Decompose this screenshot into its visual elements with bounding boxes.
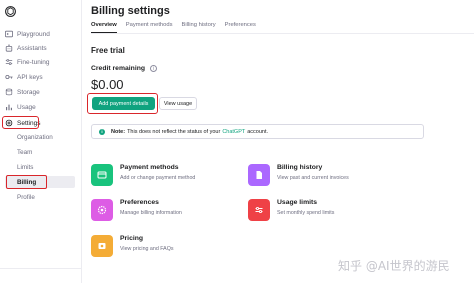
card-title: Pricing <box>120 235 144 242</box>
note-label: Note: <box>111 128 126 135</box>
sidebar: Playground Assistants Fine-tuning API ke… <box>0 0 82 283</box>
pricing-icon <box>91 235 113 257</box>
robot-icon <box>5 44 13 52</box>
sidebar-item-label: Playground <box>17 30 50 38</box>
credit-balance: $0.00 <box>91 77 124 92</box>
note-text: This does not reflect the status of your <box>127 128 221 135</box>
sidebar-item-usage[interactable]: Usage <box>5 101 36 113</box>
card-description: View pricing and FAQs <box>120 246 174 252</box>
card-billing-history[interactable]: Billing history View past and current in… <box>248 164 408 190</box>
plan-name: Free trial <box>91 46 125 55</box>
info-circle-icon: i <box>99 128 105 135</box>
tabs-divider <box>91 33 474 34</box>
page-title: Billing settings <box>91 5 170 17</box>
card-preferences[interactable]: Preferences Manage billing information <box>91 199 251 225</box>
sidebar-item-label: Fine-tuning <box>17 58 50 66</box>
sidebar-item-assistants[interactable]: Assistants <box>5 42 47 54</box>
document-icon <box>248 164 270 186</box>
sidebar-divider <box>0 268 82 269</box>
key-icon <box>5 73 13 81</box>
sidebar-subitem-limits[interactable]: Limits <box>17 162 33 173</box>
credit-label: Credit remaining <box>91 65 146 72</box>
info-icon[interactable]: i <box>150 65 157 72</box>
sidebar-item-label: Storage <box>17 88 40 96</box>
card-title: Usage limits <box>277 199 318 206</box>
sidebar-item-api-keys[interactable]: API keys <box>5 71 43 83</box>
openai-logo-icon[interactable] <box>4 5 17 18</box>
sidebar-item-storage[interactable]: Storage <box>5 86 40 98</box>
add-payment-highlight-box <box>87 93 158 114</box>
sidebar-subitem-organization[interactable]: Organization <box>17 132 53 143</box>
sidebar-item-label: API keys <box>17 73 43 81</box>
card-description: Manage billing information <box>120 210 182 216</box>
chatgpt-link[interactable]: ChatGPT <box>222 129 245 135</box>
note-banner: i Note: This does not reflect the status… <box>91 124 424 139</box>
sidebar-subitem-profile[interactable]: Profile <box>17 192 35 203</box>
sidebar-item-fine-tuning[interactable]: Fine-tuning <box>5 56 50 68</box>
credit-card-icon <box>91 164 113 186</box>
terminal-icon <box>5 30 13 38</box>
sidebar-item-label: Usage <box>17 103 36 111</box>
card-description: Add or change payment method <box>120 175 196 181</box>
tune-icon <box>5 58 13 66</box>
bar-chart-icon <box>5 103 13 111</box>
card-title: Preferences <box>120 199 159 206</box>
sidebar-subitem-team[interactable]: Team <box>17 147 32 158</box>
card-usage-limits[interactable]: Usage limits Set monthly spend limits <box>248 199 408 225</box>
note-text-end: account. <box>247 128 269 135</box>
gear-icon <box>91 199 113 221</box>
card-title: Billing history <box>277 164 323 171</box>
billing-highlight-box <box>6 175 47 189</box>
watermark-text: 知乎 @AI世界的游民 <box>338 259 450 273</box>
card-description: Set monthly spend limits <box>277 210 335 216</box>
settings-highlight-box <box>2 116 39 129</box>
card-description: View past and current invoices <box>277 175 349 181</box>
sidebar-item-label: Assistants <box>17 44 47 52</box>
sliders-icon <box>248 199 270 221</box>
sidebar-item-playground[interactable]: Playground <box>5 28 50 40</box>
view-usage-button[interactable]: View usage <box>159 97 197 110</box>
card-pricing[interactable]: Pricing View pricing and FAQs <box>91 235 251 261</box>
card-payment-methods[interactable]: Payment methods Add or change payment me… <box>91 164 251 190</box>
card-title: Payment methods <box>120 164 179 171</box>
storage-icon <box>5 88 13 96</box>
